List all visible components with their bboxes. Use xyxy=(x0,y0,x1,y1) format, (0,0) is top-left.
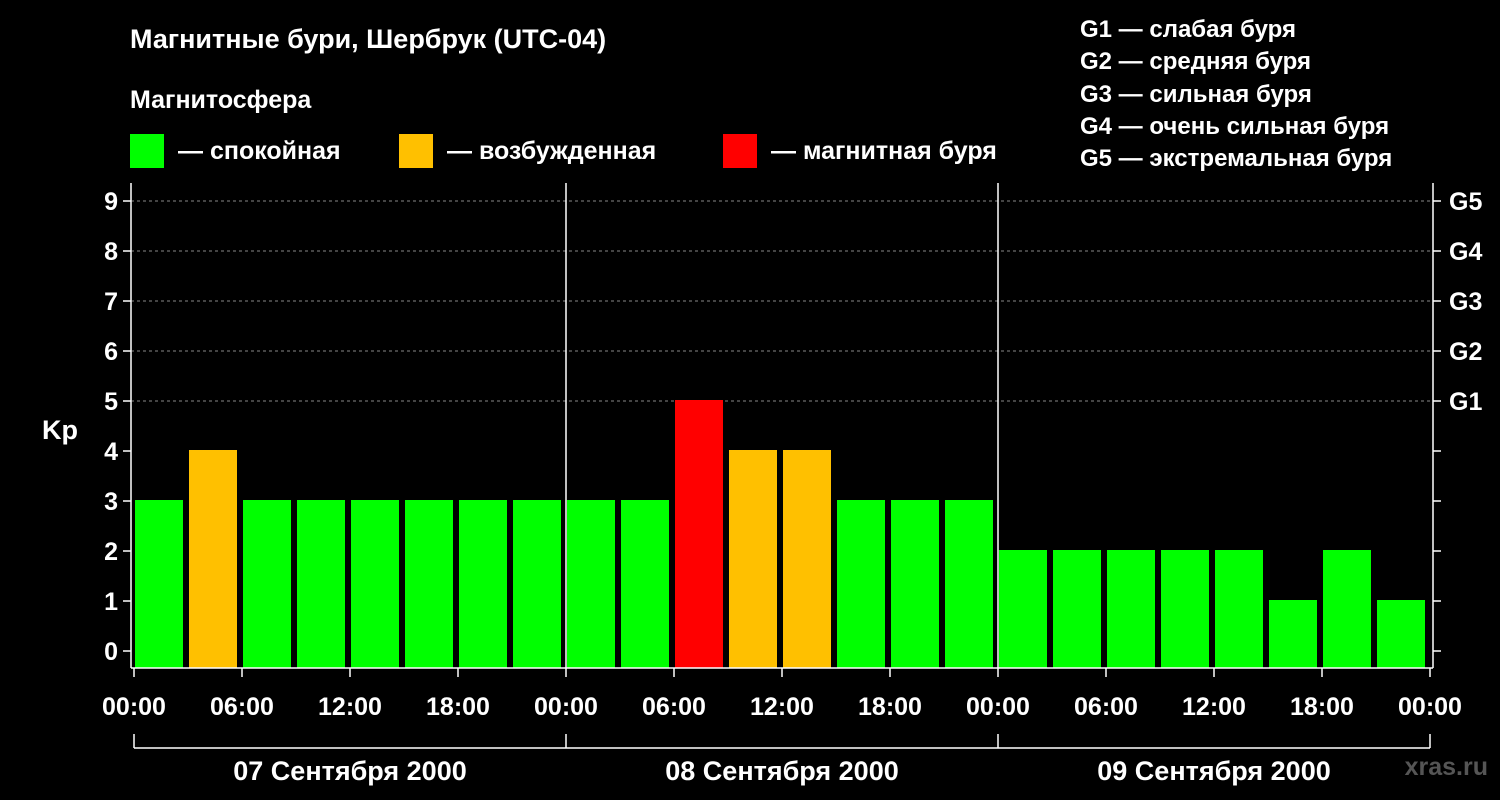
x-tick-label: 00:00 xyxy=(534,693,598,721)
x-tick-label: 06:00 xyxy=(210,693,274,721)
x-tick-label: 12:00 xyxy=(1182,693,1246,721)
kp-bar xyxy=(783,450,831,668)
x-tick-label: 00:00 xyxy=(102,693,166,721)
g-level-label: G5 xyxy=(1449,188,1482,216)
day-label: 07 Сентября 2000 xyxy=(233,756,466,786)
y-tick-label: 3 xyxy=(104,488,118,516)
kp-bar-chart: 0 1 2 3 4 5 6 7 8 9 G1 G2 G3 G4 G5 Kp 00:00 06:00 12:00 18:… xyxy=(42,183,1482,786)
kp-bar xyxy=(189,450,237,668)
kp-bar xyxy=(621,500,669,668)
kp-bar xyxy=(1215,550,1263,668)
y-tick-label: 8 xyxy=(104,238,118,266)
y-tick-label: 5 xyxy=(104,388,118,416)
kp-bar xyxy=(675,400,723,668)
kp-bar xyxy=(1161,550,1209,668)
kp-bar xyxy=(1377,600,1425,668)
kp-bar xyxy=(837,500,885,668)
g-level-label: G4 xyxy=(1449,238,1482,266)
kp-bar xyxy=(513,500,561,668)
x-tick-label: 00:00 xyxy=(1398,693,1462,721)
kp-bar xyxy=(1323,550,1371,668)
kp-bar xyxy=(945,500,993,668)
watermark: xras.ru xyxy=(1404,753,1488,781)
y-axis-label: Kp xyxy=(42,415,78,445)
kp-bar xyxy=(459,500,507,668)
y-tick-label: 4 xyxy=(104,438,118,466)
kp-bar xyxy=(297,500,345,668)
kp-bar xyxy=(891,500,939,668)
y-tick-label: 1 xyxy=(104,588,118,616)
x-tick-label: 00:00 xyxy=(966,693,1030,721)
x-tick-label: 18:00 xyxy=(426,693,490,721)
kp-bar xyxy=(135,500,183,668)
x-tick-label: 06:00 xyxy=(1074,693,1138,721)
y-tick-label: 9 xyxy=(104,188,118,216)
kp-bar xyxy=(351,500,399,668)
kp-bar xyxy=(1107,550,1155,668)
y-tick-label: 7 xyxy=(104,288,118,316)
kp-bar xyxy=(1053,550,1101,668)
kp-bar xyxy=(243,500,291,668)
g-level-label: G3 xyxy=(1449,288,1482,316)
kp-bar xyxy=(405,500,453,668)
x-tick-label: 12:00 xyxy=(750,693,814,721)
kp-bar xyxy=(999,550,1047,668)
x-tick-label: 06:00 xyxy=(642,693,706,721)
x-tick-label: 12:00 xyxy=(318,693,382,721)
kp-bar xyxy=(1269,600,1317,668)
y-tick-label: 0 xyxy=(104,638,118,666)
y-tick-label: 6 xyxy=(104,338,118,366)
y-tick-label: 2 xyxy=(104,538,118,566)
day-label: 08 Сентября 2000 xyxy=(665,756,898,786)
day-label: 09 Сентября 2000 xyxy=(1097,756,1330,786)
x-tick-label: 18:00 xyxy=(858,693,922,721)
kp-bar xyxy=(567,500,615,668)
g-level-label: G2 xyxy=(1449,338,1482,366)
x-tick-label: 18:00 xyxy=(1290,693,1354,721)
kp-bar xyxy=(729,450,777,668)
g-level-label: G1 xyxy=(1449,388,1482,416)
